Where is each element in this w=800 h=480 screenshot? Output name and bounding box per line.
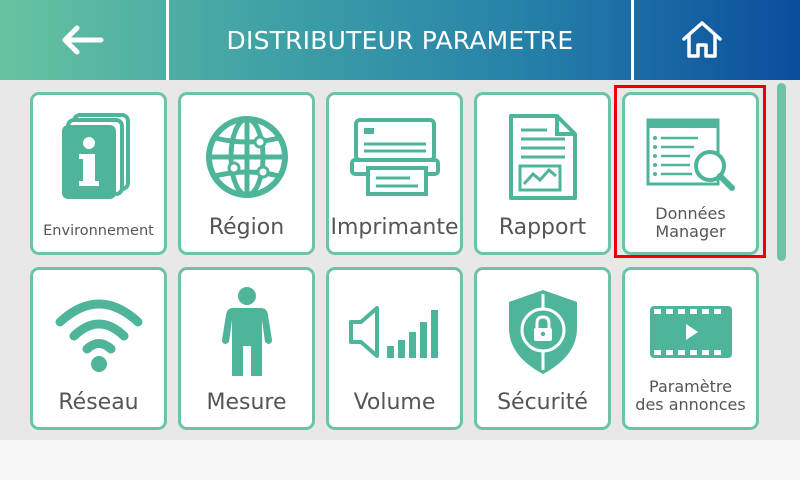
- tile-imprimante[interactable]: Imprimante: [326, 92, 463, 255]
- arrow-left-icon: [62, 25, 104, 55]
- home-button[interactable]: [634, 0, 800, 80]
- home-icon: [682, 21, 722, 58]
- tile-volume[interactable]: Volume: [326, 267, 463, 430]
- footer-area: [0, 440, 800, 480]
- page-title: DISTRIBUTEUR PARAMETRE: [226, 25, 574, 55]
- scrollbar-thumb[interactable]: [777, 83, 786, 261]
- tile-label: Paramètre des annonces: [625, 378, 756, 414]
- globe-icon: [205, 116, 288, 198]
- tile-reseau[interactable]: Réseau: [30, 267, 167, 430]
- tile-label: Imprimante: [330, 215, 459, 240]
- header-bar: DISTRIBUTEUR PARAMETRE: [0, 0, 800, 80]
- tile-label: Réseau: [58, 390, 139, 415]
- tile-label-line: Données: [655, 204, 726, 223]
- tile-label: Environnement: [43, 223, 154, 239]
- tile-label: Données Manager: [625, 205, 756, 241]
- info-documents-icon: [61, 113, 130, 199]
- wifi-icon: [55, 299, 142, 372]
- tile-donnees-manager[interactable]: Données Manager: [622, 92, 759, 255]
- tile-label: Rapport: [498, 215, 587, 240]
- tile-label-line: des annonces: [635, 395, 746, 414]
- tile-environnement[interactable]: Environnement: [30, 92, 167, 255]
- tile-rapport[interactable]: Rapport: [474, 92, 611, 255]
- report-document-icon: [508, 114, 577, 200]
- tile-region[interactable]: Région: [178, 92, 315, 255]
- tile-label: Région: [208, 215, 285, 240]
- tile-mesure[interactable]: Mesure: [178, 267, 315, 430]
- video-ad-icon: [649, 306, 732, 358]
- tile-label: Sécurité: [497, 390, 588, 415]
- tile-label-line: Paramètre: [649, 377, 732, 396]
- tile-label-line: Manager: [655, 222, 726, 241]
- tile-securite[interactable]: Sécurité: [474, 267, 611, 430]
- data-manager-search-icon: [646, 118, 735, 191]
- person-measure-icon: [221, 287, 272, 376]
- back-button[interactable]: [0, 0, 166, 80]
- tile-parametre-annonces[interactable]: Paramètre des annonces: [622, 267, 759, 430]
- security-shield-icon: [508, 290, 577, 374]
- printer-icon: [349, 118, 440, 196]
- tile-label: Volume: [353, 390, 436, 415]
- tile-label: Mesure: [206, 390, 287, 415]
- volume-icon: [348, 306, 438, 358]
- settings-grid: Environnement Région Imprimante Rapport …: [0, 80, 800, 440]
